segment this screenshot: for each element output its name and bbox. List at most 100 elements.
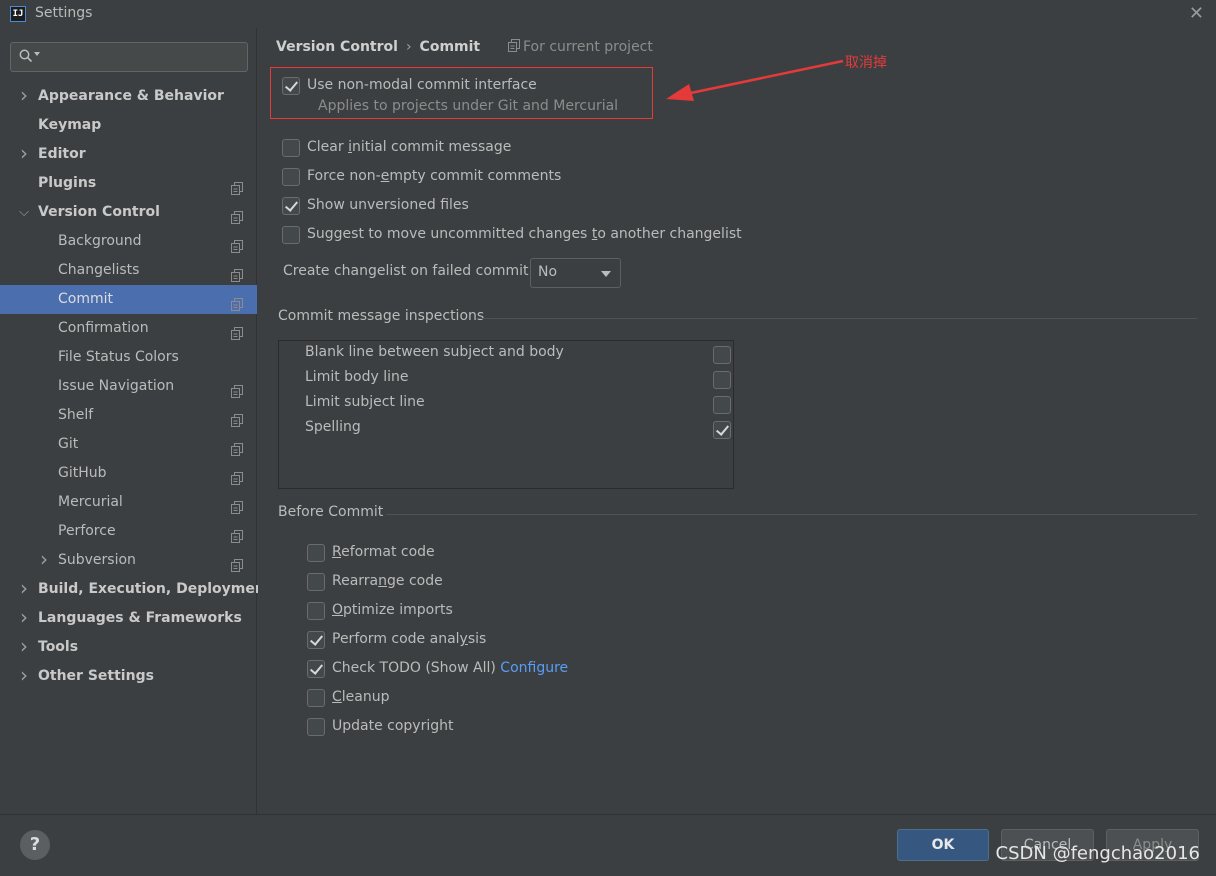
before-commit-check-todo-show-all-checkbox[interactable] xyxy=(307,660,325,678)
before-commit-check-todo-show-all-label[interactable]: Check TODO (Show All) Configure xyxy=(332,660,568,676)
sidebar-item-build-execution-deployment[interactable]: › Build, Execution, Deployment xyxy=(0,575,272,604)
sidebar-item-tools[interactable]: › Tools xyxy=(0,633,257,662)
dialog-footer: ? OK Cancel Apply CSDN @fengchao2016 xyxy=(0,814,1216,876)
scope-label: For current project xyxy=(508,39,653,55)
project-scope-icon xyxy=(231,177,243,195)
sidebar-item-commit[interactable]: Commit xyxy=(0,285,257,314)
configure-todo-link[interactable]: Configure xyxy=(500,660,568,676)
sidebar-item-label: GitHub xyxy=(58,465,107,481)
sidebar-item-appearance-behavior[interactable]: › Appearance & Behavior xyxy=(0,82,257,111)
close-icon[interactable]: ✕ xyxy=(1189,3,1204,24)
sidebar-item-label: Build, Execution, Deployment xyxy=(38,581,272,597)
sidebar-item-label: Background xyxy=(58,233,142,249)
help-button[interactable]: ? xyxy=(20,830,50,860)
before-commit-rearrange-code-checkbox[interactable] xyxy=(307,573,325,591)
inspection-limit-body-line-checkbox[interactable] xyxy=(713,371,731,389)
before-commit-cleanup-checkbox[interactable] xyxy=(307,689,325,707)
clear-initial-commit-checkbox[interactable] xyxy=(282,139,300,157)
sidebar-item-subversion[interactable]: › Subversion xyxy=(0,546,257,575)
inspection-spelling-label: Spelling xyxy=(305,419,361,435)
inspections-list: Blank line between subject and body Limit… xyxy=(278,340,734,489)
create-changelist-select[interactable]: No xyxy=(530,258,621,288)
sidebar-item-github[interactable]: GitHub xyxy=(0,459,257,488)
sidebar-item-changelists[interactable]: Changelists xyxy=(0,256,257,285)
chevron-down-icon[interactable]: ⌵ xyxy=(18,198,30,227)
chevron-right-icon[interactable]: › xyxy=(38,546,50,575)
before-commit-optimize-imports-checkbox[interactable] xyxy=(307,602,325,620)
sidebar-item-perforce[interactable]: Perforce xyxy=(0,517,257,546)
before-commit-update-copyright-checkbox[interactable] xyxy=(307,718,325,736)
chevron-right-icon[interactable]: › xyxy=(18,140,30,169)
project-scope-icon xyxy=(231,438,243,456)
non-modal-commit-checkbox[interactable] xyxy=(282,77,300,95)
suggest-move-changes-label[interactable]: Suggest to move uncommitted changes to a… xyxy=(307,226,742,242)
sidebar-item-version-control[interactable]: ⌵ Version Control xyxy=(0,198,257,227)
chevron-right-icon[interactable]: › xyxy=(18,82,30,111)
sidebar-item-issue-navigation[interactable]: Issue Navigation xyxy=(0,372,257,401)
breadcrumb-parent[interactable]: Version Control xyxy=(276,39,398,55)
search-dropdown-icon[interactable] xyxy=(34,52,40,56)
project-scope-icon xyxy=(231,235,243,253)
before-commit-perform-code-analysis-checkbox[interactable] xyxy=(307,631,325,649)
settings-sidebar: › Appearance & Behavior Keymap › Editor Plugi… xyxy=(0,28,272,814)
inspection-limit-subject-line-label: Limit subject line xyxy=(305,394,425,410)
inspection-limit-body-line-label: Limit body line xyxy=(305,369,409,385)
sidebar-item-git[interactable]: Git xyxy=(0,430,257,459)
sidebar-item-label: Version Control xyxy=(38,204,160,220)
project-scope-icon xyxy=(231,322,243,340)
sidebar-item-languages-frameworks[interactable]: › Languages & Frameworks xyxy=(0,604,257,633)
breadcrumb-separator: › xyxy=(405,39,412,55)
sidebar-item-mercurial[interactable]: Mercurial xyxy=(0,488,257,517)
sidebar-item-label: Perforce xyxy=(58,523,116,539)
project-scope-icon xyxy=(231,467,243,485)
ok-button[interactable]: OK xyxy=(897,829,989,861)
sidebar-item-file-status-colors[interactable]: File Status Colors xyxy=(0,343,257,372)
sidebar-item-label: Languages & Frameworks xyxy=(38,610,242,626)
force-nonempty-comments-label[interactable]: Force non-empty commit comments xyxy=(307,168,561,184)
breadcrumb: Version Control › Commit xyxy=(276,39,480,55)
inspections-section-title: Commit message inspections xyxy=(278,308,485,324)
breadcrumb-current: Commit xyxy=(419,39,481,55)
clear-initial-commit-label[interactable]: Clear initial commit message xyxy=(307,139,511,155)
inspection-limit-subject-line-checkbox[interactable] xyxy=(713,396,731,414)
chevron-right-icon[interactable]: › xyxy=(18,575,30,604)
scope-text: For current project xyxy=(523,39,653,55)
non-modal-commit-label[interactable]: Use non-modal commit interface xyxy=(307,77,537,93)
sidebar-item-background[interactable]: Background xyxy=(0,227,257,256)
sidebar-item-label: Git xyxy=(58,436,79,452)
sidebar-item-other-settings[interactable]: › Other Settings xyxy=(0,662,257,691)
before-commit-update-copyright-label[interactable]: Update copyright xyxy=(332,718,453,734)
project-scope-icon xyxy=(508,39,520,52)
sidebar-item-label: Plugins xyxy=(38,175,97,191)
show-unversioned-files-label[interactable]: Show unversioned files xyxy=(307,197,469,213)
show-unversioned-files-checkbox[interactable] xyxy=(282,197,300,215)
sidebar-item-label: Shelf xyxy=(58,407,94,423)
settings-tree: › Appearance & Behavior Keymap › Editor Plugi… xyxy=(0,82,272,691)
project-scope-icon xyxy=(231,554,243,572)
sidebar-item-label: Changelists xyxy=(58,262,140,278)
project-scope-icon xyxy=(231,525,243,543)
suggest-move-changes-checkbox[interactable] xyxy=(282,226,300,244)
sidebar-item-editor[interactable]: › Editor xyxy=(0,140,257,169)
search-input[interactable] xyxy=(10,42,248,72)
sidebar-item-shelf[interactable]: Shelf xyxy=(0,401,257,430)
before-commit-optimize-imports-label[interactable]: Optimize imports xyxy=(332,602,453,618)
chevron-down-icon xyxy=(601,271,611,277)
chevron-right-icon[interactable]: › xyxy=(18,633,30,662)
sidebar-item-confirmation[interactable]: Confirmation xyxy=(0,314,257,343)
before-commit-cleanup-label[interactable]: Cleanup xyxy=(332,689,390,705)
inspection-blank-line-between-subject-and-body-checkbox[interactable] xyxy=(713,346,731,364)
before-commit-perform-code-analysis-label[interactable]: Perform code analysis xyxy=(332,631,486,647)
sidebar-item-plugins[interactable]: Plugins xyxy=(0,169,257,198)
sidebar-item-label: Editor xyxy=(38,146,86,162)
before-commit-rearrange-code-label[interactable]: Rearrange code xyxy=(332,573,443,589)
csdn-watermark: CSDN @fengchao2016 xyxy=(995,843,1200,864)
chevron-right-icon[interactable]: › xyxy=(18,604,30,633)
chevron-right-icon[interactable]: › xyxy=(18,662,30,691)
create-changelist-label: Create changelist on failed commit: xyxy=(283,263,534,279)
sidebar-item-keymap[interactable]: Keymap xyxy=(0,111,257,140)
before-commit-reformat-code-checkbox[interactable] xyxy=(307,544,325,562)
before-commit-reformat-code-label[interactable]: Reformat code xyxy=(332,544,435,560)
force-nonempty-comments-checkbox[interactable] xyxy=(282,168,300,186)
inspection-spelling-checkbox[interactable] xyxy=(713,421,731,439)
